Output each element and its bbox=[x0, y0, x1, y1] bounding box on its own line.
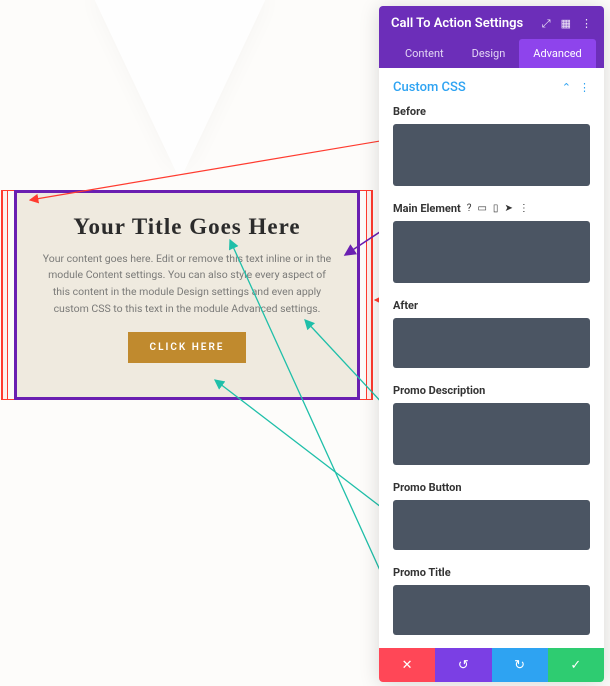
input-promo-description[interactable] bbox=[393, 403, 590, 465]
input-before[interactable] bbox=[393, 124, 590, 186]
more-icon[interactable]: ⋮ bbox=[581, 17, 592, 30]
input-main-element[interactable] bbox=[393, 221, 590, 283]
input-promo-button[interactable] bbox=[393, 500, 590, 550]
promo-description[interactable]: Your content goes here. Edit or remove t… bbox=[39, 251, 335, 318]
tab-advanced[interactable]: Advanced bbox=[519, 39, 595, 68]
help-icon[interactable]: ? bbox=[467, 204, 472, 214]
input-after[interactable] bbox=[393, 318, 590, 368]
device-desktop-icon[interactable]: ▭ bbox=[477, 204, 486, 214]
save-button[interactable]: ✓ bbox=[548, 648, 604, 682]
hover-icon[interactable]: ➤ bbox=[504, 204, 512, 214]
field-after: After bbox=[393, 299, 590, 372]
promo-module[interactable]: Your Title Goes Here Your content goes h… bbox=[2, 190, 372, 400]
field-promo-title: Promo Title bbox=[393, 566, 590, 639]
field-promo-button: Promo Button bbox=[393, 481, 590, 554]
device-mobile-icon[interactable]: ▯ bbox=[493, 204, 499, 214]
promo-title[interactable]: Your Title Goes Here bbox=[39, 213, 335, 241]
label-promo-description: Promo Description bbox=[393, 384, 485, 397]
field-before: Before bbox=[393, 105, 590, 190]
cancel-button[interactable]: ✕ bbox=[379, 648, 435, 682]
panel-title: Call To Action Settings bbox=[391, 16, 523, 31]
input-promo-title[interactable] bbox=[393, 585, 590, 635]
undo-button[interactable]: ↺ bbox=[435, 648, 491, 682]
label-promo-title: Promo Title bbox=[393, 566, 451, 579]
expand-icon[interactable]: ⤢ bbox=[542, 17, 551, 31]
section-more-icon[interactable]: ⋮ bbox=[579, 81, 590, 94]
tab-content[interactable]: Content bbox=[391, 39, 458, 68]
resize-handle-left[interactable] bbox=[1, 190, 8, 400]
panel-header: Call To Action Settings ⤢ ▦ ⋮ Content De… bbox=[379, 6, 604, 68]
section-title[interactable]: Custom CSS bbox=[393, 80, 466, 95]
label-after: After bbox=[393, 299, 418, 312]
promo-button[interactable]: CLICK HERE bbox=[128, 332, 247, 363]
field-main-element: Main Element ? ▭ ▯ ➤ ⋮ bbox=[393, 202, 590, 287]
section-collapse-icon[interactable]: ⌃ bbox=[562, 81, 571, 94]
panel-tabs: Content Design Advanced bbox=[391, 39, 592, 68]
settings-panel: Call To Action Settings ⤢ ▦ ⋮ Content De… bbox=[379, 6, 604, 682]
redo-button[interactable]: ↻ bbox=[492, 648, 548, 682]
grid-icon[interactable]: ▦ bbox=[561, 17, 571, 30]
field-more-icon[interactable]: ⋮ bbox=[519, 204, 529, 214]
panel-footer: ✕ ↺ ↻ ✓ bbox=[379, 648, 604, 682]
label-main-element: Main Element bbox=[393, 202, 461, 215]
resize-handle-right[interactable] bbox=[366, 190, 373, 400]
label-promo-button: Promo Button bbox=[393, 481, 462, 494]
tab-design[interactable]: Design bbox=[458, 39, 520, 68]
label-before: Before bbox=[393, 105, 426, 118]
promo-main-element[interactable]: Your Title Goes Here Your content goes h… bbox=[14, 190, 360, 400]
background-light-cone bbox=[90, 0, 270, 180]
panel-body[interactable]: Custom CSS ⌃ ⋮ Before Main Element ? ▭ ▯… bbox=[379, 68, 604, 648]
field-promo-description: Promo Description bbox=[393, 384, 590, 469]
